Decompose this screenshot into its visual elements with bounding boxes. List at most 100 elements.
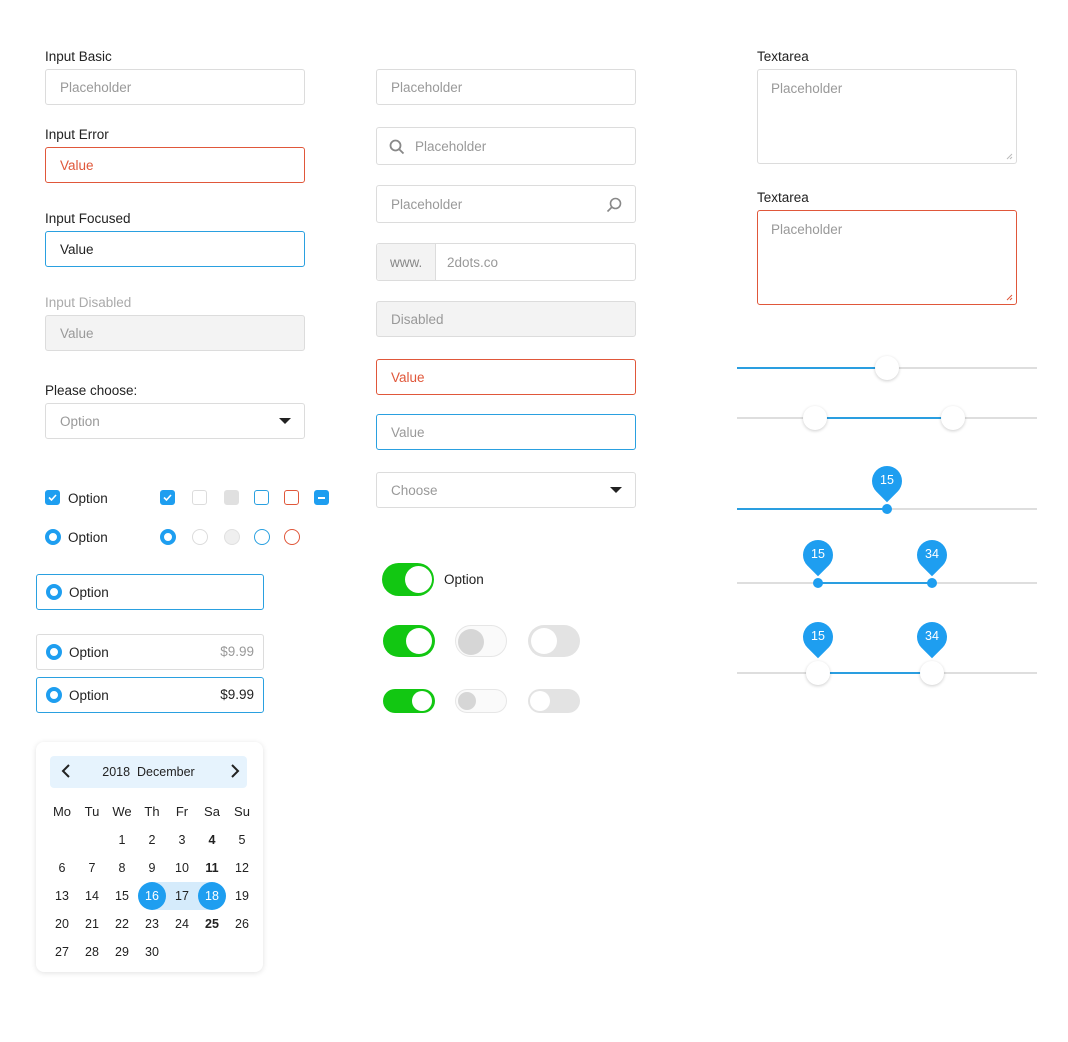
checkbox-checked[interactable] bbox=[160, 490, 175, 505]
range-slider-thumb-low[interactable] bbox=[803, 406, 827, 430]
calendar-day[interactable]: 7 bbox=[77, 854, 107, 882]
checkbox-unchecked[interactable] bbox=[192, 490, 207, 505]
calendar-day[interactable]: 14 bbox=[77, 882, 107, 910]
range-tooltip-handle-high[interactable] bbox=[927, 578, 937, 588]
calendar-day[interactable]: 1 bbox=[107, 826, 137, 854]
check-icon bbox=[48, 494, 57, 502]
choose-select[interactable]: Choose bbox=[376, 472, 636, 508]
url-input[interactable]: www. 2dots.co bbox=[376, 243, 636, 281]
calendar-day[interactable]: 5 bbox=[227, 826, 257, 854]
checkbox-option[interactable] bbox=[45, 490, 60, 505]
toggle-large-off[interactable] bbox=[528, 625, 580, 657]
range-tooltip-high-value: 34 bbox=[925, 547, 939, 561]
search-input-right-icon[interactable]: Placeholder bbox=[376, 185, 636, 223]
caret-down-icon bbox=[610, 487, 622, 493]
calendar-day[interactable]: 27 bbox=[47, 938, 77, 966]
price-option-default[interactable]: Option $9.99 bbox=[36, 634, 264, 670]
radio-card[interactable]: Option bbox=[36, 574, 264, 610]
price-option-radio[interactable] bbox=[46, 687, 62, 703]
calendar-day[interactable]: 18 bbox=[197, 882, 227, 910]
checkbox-option-label: Option bbox=[68, 491, 108, 506]
calendar-day[interactable]: 23 bbox=[137, 910, 167, 938]
toggle-large-disabled bbox=[455, 625, 507, 657]
calendar-day[interactable]: 4 bbox=[197, 826, 227, 854]
calendar-day[interactable]: 3 bbox=[167, 826, 197, 854]
calendar-day[interactable]: 22 bbox=[107, 910, 137, 938]
calendar-grid: Mo Tu We Th Fr Sa Su 1 2 3 4 5 6 7 8 9 10 11 12 13 14 15 16 17 1… bbox=[47, 798, 257, 966]
input-focused-2[interactable]: Value bbox=[376, 414, 636, 450]
url-value: 2dots.co bbox=[447, 254, 499, 270]
radio-error[interactable] bbox=[284, 529, 300, 545]
checkbox-error[interactable] bbox=[284, 490, 299, 505]
range-slider-thumb-high[interactable] bbox=[941, 406, 965, 430]
calendar-day[interactable]: 16 bbox=[137, 882, 167, 910]
slider-thumb[interactable] bbox=[875, 356, 899, 380]
price-option-radio[interactable] bbox=[46, 644, 62, 660]
calendar-day[interactable]: 26 bbox=[227, 910, 257, 938]
calendar-day[interactable]: 28 bbox=[77, 938, 107, 966]
input-disabled: Value bbox=[45, 315, 305, 351]
search-input-left-icon[interactable]: Placeholder bbox=[376, 127, 636, 165]
calendar-day[interactable]: 20 bbox=[47, 910, 77, 938]
price-option-label: Option bbox=[69, 645, 109, 660]
textarea[interactable]: Placeholder bbox=[757, 69, 1017, 164]
search-icon bbox=[389, 139, 405, 155]
toggle-label: Option bbox=[444, 572, 484, 587]
radio-card-radio[interactable] bbox=[46, 584, 62, 600]
checkbox-disabled bbox=[224, 490, 239, 505]
input-error[interactable]: Value bbox=[45, 147, 305, 183]
calendar-day[interactable]: 9 bbox=[137, 854, 167, 882]
input-focused[interactable]: Value bbox=[45, 231, 305, 267]
textarea-error-label: Textarea bbox=[757, 190, 809, 205]
toggle-labeled[interactable] bbox=[382, 563, 434, 596]
resize-grip-icon[interactable] bbox=[1005, 293, 1013, 301]
toggle-small-off[interactable] bbox=[528, 689, 580, 713]
calendar-title: 2018 December bbox=[102, 765, 195, 779]
checkbox-focused[interactable] bbox=[254, 490, 269, 505]
range-thumb-slider-thumb-low[interactable] bbox=[806, 661, 830, 685]
textarea-error[interactable]: Placeholder bbox=[757, 210, 1017, 305]
calendar-day[interactable]: 12 bbox=[227, 854, 257, 882]
toggle-large-on[interactable] bbox=[383, 625, 435, 657]
calendar-day[interactable]: 8 bbox=[107, 854, 137, 882]
radio-focused[interactable] bbox=[254, 529, 270, 545]
resize-grip-icon[interactable] bbox=[1005, 152, 1013, 160]
toggle-small-on[interactable] bbox=[383, 689, 435, 713]
url-prefix: www. bbox=[377, 244, 436, 280]
toggle-knob bbox=[406, 628, 432, 654]
option-select[interactable]: Option bbox=[45, 403, 305, 439]
checkbox-indeterminate[interactable] bbox=[314, 490, 329, 505]
calendar-week: 6 7 8 9 10 11 12 bbox=[47, 854, 257, 882]
calendar-day[interactable]: 30 bbox=[137, 938, 167, 966]
search-icon[interactable] bbox=[606, 197, 622, 213]
search-placeholder: Placeholder bbox=[391, 196, 463, 212]
calendar-day[interactable]: 11 bbox=[197, 854, 227, 882]
radio-unchecked[interactable] bbox=[192, 529, 208, 545]
price-option-selected[interactable]: Option $9.99 bbox=[36, 677, 264, 713]
radio-option[interactable] bbox=[45, 529, 61, 545]
calendar-day[interactable]: 15 bbox=[107, 882, 137, 910]
toggle-knob bbox=[412, 691, 432, 711]
chevron-right-icon[interactable] bbox=[229, 762, 241, 785]
calendar-day[interactable]: 29 bbox=[107, 938, 137, 966]
select-value: Option bbox=[60, 413, 100, 429]
calendar-day[interactable]: 6 bbox=[47, 854, 77, 882]
calendar-day[interactable]: 10 bbox=[167, 854, 197, 882]
tooltip-slider-handle[interactable] bbox=[882, 504, 892, 514]
input-basic-label: Input Basic bbox=[45, 49, 112, 64]
range-tooltip-handle-low[interactable] bbox=[813, 578, 823, 588]
calendar-day[interactable]: 17 bbox=[167, 882, 197, 910]
calendar-day[interactable]: 19 bbox=[227, 882, 257, 910]
input-focused-value: Value bbox=[60, 241, 94, 257]
calendar-day[interactable]: 13 bbox=[47, 882, 77, 910]
input-error-2[interactable]: Value bbox=[376, 359, 636, 395]
calendar-day[interactable]: 21 bbox=[77, 910, 107, 938]
radio-checked[interactable] bbox=[160, 529, 176, 545]
calendar-day[interactable]: 2 bbox=[137, 826, 167, 854]
toggle-knob bbox=[458, 692, 476, 710]
input-plain[interactable]: Placeholder bbox=[376, 69, 636, 105]
range-thumb-slider-thumb-high[interactable] bbox=[920, 661, 944, 685]
input-basic[interactable]: Placeholder bbox=[45, 69, 305, 105]
calendar-day[interactable]: 24 bbox=[167, 910, 197, 938]
calendar-day[interactable]: 25 bbox=[197, 910, 227, 938]
